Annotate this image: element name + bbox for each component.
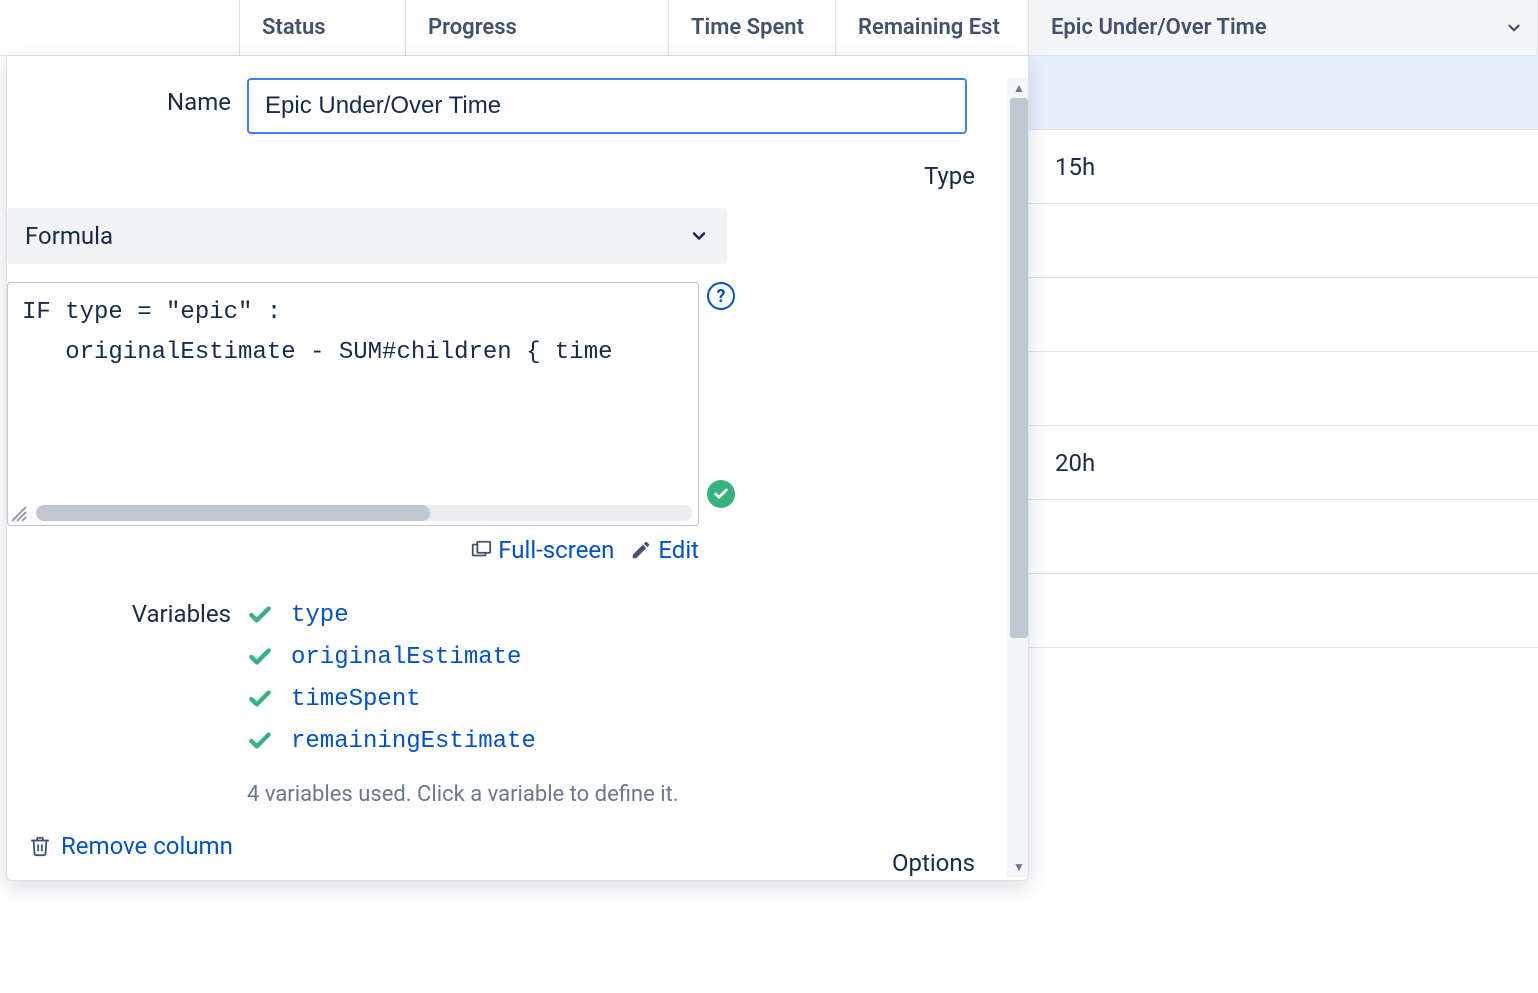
variables-hint: 4 variables used. Click a variable to de… (247, 782, 967, 807)
trash-icon (29, 835, 51, 857)
column-header-status[interactable]: Status (240, 0, 406, 56)
variable-item: type (247, 594, 967, 636)
formula-line: IF type = "epic" : (22, 293, 684, 333)
variable-item: timeSpent (247, 678, 967, 720)
remove-column-label: Remove column (61, 832, 233, 860)
scroll-up-arrow-icon[interactable]: ▲ (1007, 78, 1029, 98)
column-header-progress[interactable]: Progress (406, 0, 669, 56)
table-row[interactable]: 20h (1029, 426, 1538, 500)
table-row[interactable] (1029, 56, 1538, 130)
column-header-remaining-est[interactable]: Remaining Est (836, 0, 1029, 56)
type-label: Type (247, 134, 991, 190)
success-icon (707, 480, 735, 508)
check-icon (247, 728, 273, 754)
name-label: Name (7, 78, 247, 134)
scrollbar-thumb[interactable] (1010, 98, 1028, 638)
remove-column-link[interactable]: Remove column (29, 832, 233, 860)
variables-list: type originalEstimate timeSpent remainin… (247, 594, 967, 762)
cell-value: 15h (1055, 153, 1095, 181)
column-name-input[interactable] (247, 78, 967, 134)
label-text: Variables (132, 600, 231, 628)
resize-handle-icon[interactable] (10, 505, 28, 523)
check-icon (247, 602, 273, 628)
label-text: Type (924, 162, 975, 190)
variable-item: remainingEstimate (247, 720, 967, 762)
label-text: Name (167, 88, 231, 116)
column-header-row: Status Progress Time Spent Remaining Est… (0, 0, 1538, 56)
active-column-data: 15h 20h (1029, 56, 1538, 993)
variable-link[interactable]: timeSpent (291, 686, 421, 713)
scroll-down-arrow-icon[interactable]: ▼ (1007, 857, 1029, 877)
column-header-active[interactable]: Epic Under/Over Time (1029, 0, 1538, 56)
column-header-label: Epic Under/Over Time (1051, 15, 1267, 40)
panel-vertical-scrollbar[interactable]: ▲ ▼ (1007, 78, 1029, 877)
table-row[interactable] (1029, 204, 1538, 278)
column-header-label: Status (262, 15, 326, 40)
cell-value: 20h (1055, 449, 1095, 477)
variable-link[interactable]: originalEstimate (291, 644, 521, 671)
table-row[interactable] (1029, 574, 1538, 648)
column-header-time-spent[interactable]: Time Spent (669, 0, 836, 56)
column-header-leading (0, 0, 240, 56)
help-icon[interactable]: ? (707, 282, 735, 310)
column-header-label: Time Spent (691, 15, 804, 40)
formula-editor[interactable]: IF type = "epic" : originalEstimate - SU… (7, 282, 699, 526)
table-row[interactable] (1029, 352, 1538, 426)
type-select-value: Formula (25, 222, 113, 250)
table-row[interactable] (1029, 500, 1538, 574)
column-header-label: Remaining Est (858, 15, 1000, 40)
variable-link[interactable]: type (291, 602, 349, 629)
variable-link[interactable]: remainingEstimate (291, 728, 536, 755)
table-row[interactable]: 15h (1029, 130, 1538, 204)
chevron-down-icon (1505, 19, 1523, 37)
formula-line: originalEstimate - SUM#children { time (22, 333, 684, 373)
variables-label: Variables (7, 564, 247, 807)
scrollbar-thumb[interactable] (36, 505, 430, 521)
column-header-label: Progress (428, 15, 517, 40)
label-text: Options (892, 849, 975, 877)
check-icon (247, 686, 273, 712)
options-label: Options (247, 807, 991, 877)
column-config-panel: Name Type Formula IF type = "epic" : ori… (6, 56, 1029, 881)
variable-item: originalEstimate (247, 636, 967, 678)
formula-horizontal-scrollbar[interactable] (36, 505, 692, 521)
check-icon (247, 644, 273, 670)
table-row[interactable] (1029, 278, 1538, 352)
